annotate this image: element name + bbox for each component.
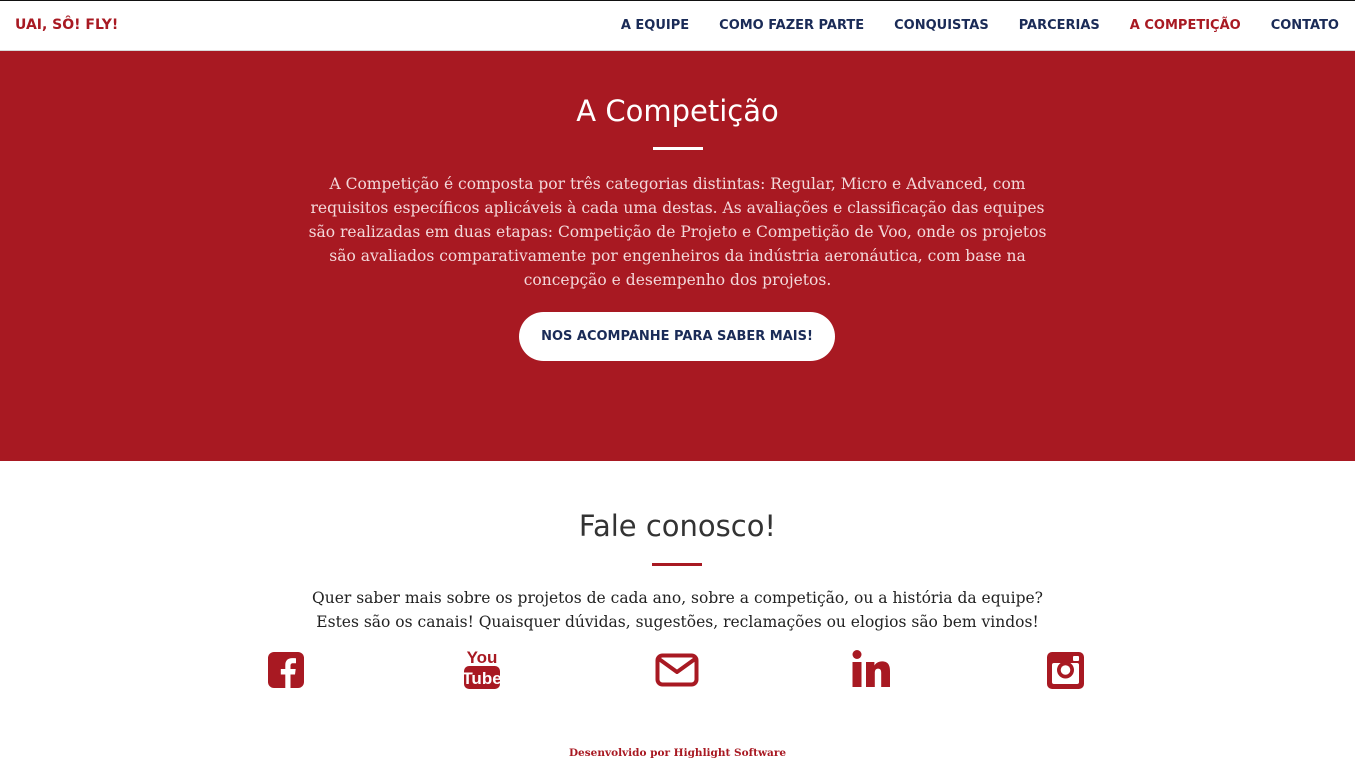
competition-title: A Competição: [576, 94, 779, 128]
developer-credit: Desenvolvido por Highlight Software: [568, 747, 787, 759]
contact-section: Fale conosco! Quer saber mais sobre os p…: [0, 461, 1355, 762]
svg-text:Tube: Tube: [462, 669, 501, 688]
facebook-icon: [268, 652, 304, 688]
social-links: You Tube: [0, 648, 1355, 702]
title-divider: [653, 147, 703, 150]
linkedin-icon: [852, 650, 890, 687]
youtube-link[interactable]: You Tube: [461, 648, 505, 702]
nav-link-a-equipe[interactable]: A EQUIPE: [621, 18, 689, 33]
youtube-icon: You Tube: [462, 648, 502, 689]
contact-text-line-1: Quer saber mais sobre os projetos de cad…: [312, 589, 1043, 607]
nav-link-como-fazer-parte[interactable]: COMO FAZER PARTE: [719, 18, 864, 33]
instagram-link[interactable]: [1045, 652, 1089, 702]
email-link[interactable]: [655, 652, 699, 702]
instagram-icon: [1047, 652, 1084, 689]
competition-description: A Competição é composta por três categor…: [308, 175, 1047, 289]
facebook-link[interactable]: [266, 652, 310, 702]
nav-link-a-competicao[interactable]: A COMPETIÇÃO: [1130, 18, 1241, 33]
contact-title: Fale conosco!: [578, 509, 777, 543]
nav-links: A EQUIPE COMO FAZER PARTE CONQUISTAS PAR…: [621, 18, 1339, 33]
brand-logo-link[interactable]: UAI, SÔ! FLY!: [15, 17, 118, 33]
contact-title-divider: [652, 563, 702, 566]
nav-link-conquistas[interactable]: CONQUISTAS: [894, 18, 989, 33]
linkedin-link[interactable]: [850, 650, 894, 702]
competition-section: A Competição A Competição é composta por…: [0, 51, 1355, 461]
email-icon: [655, 653, 699, 687]
follow-us-button[interactable]: NOS ACOMPANHE PARA SABER MAIS!: [519, 312, 835, 361]
svg-text:You: You: [467, 648, 498, 667]
contact-text-line-2: Estes são os canais! Quaisquer dúvidas, …: [316, 613, 1039, 631]
top-navbar: UAI, SÔ! FLY! A EQUIPE COMO FAZER PARTE …: [0, 0, 1355, 51]
nav-link-parcerias[interactable]: PARCERIAS: [1019, 18, 1100, 33]
nav-link-contato[interactable]: CONTATO: [1271, 18, 1339, 33]
